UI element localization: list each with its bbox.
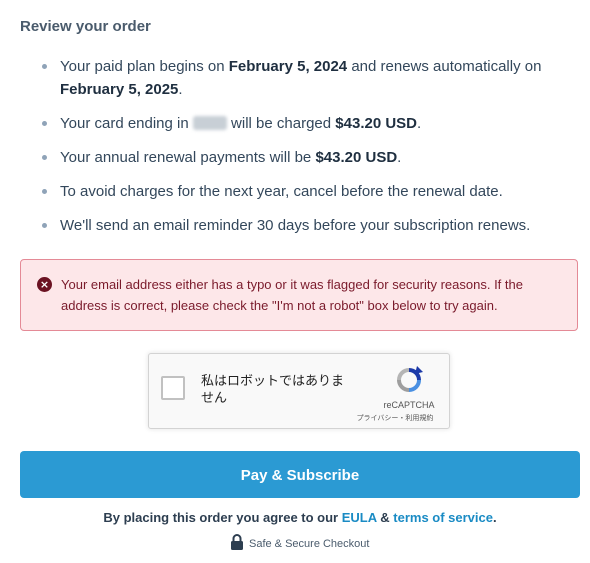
secure-checkout-badge: Safe & Secure Checkout <box>230 534 369 552</box>
card-prefix: Your card ending in <box>60 115 193 132</box>
list-item: We'll send an email reminder 30 days bef… <box>42 214 562 237</box>
list-item: Your card ending in will be charged $43.… <box>42 112 562 135</box>
renewal-prefix: Your annual renewal payments will be <box>60 149 316 166</box>
secure-checkout-text: Safe & Secure Checkout <box>249 538 370 550</box>
agreement-suffix: . <box>493 510 497 525</box>
plan-suffix: . <box>178 81 183 98</box>
plan-start-date: February 5, 2024 <box>228 58 348 75</box>
error-x-icon: × <box>37 277 52 292</box>
recaptcha-widget: 私はロボットではありません reCAPTCHA プライバシー・利用規約 <box>148 353 450 429</box>
recaptcha-privacy-terms-link[interactable]: プライバシー・利用規約 <box>345 413 445 423</box>
agreement-text: By placing this order you agree to our E… <box>0 510 590 525</box>
review-title: Review your order <box>20 18 151 35</box>
pay-subscribe-button[interactable]: Pay & Subscribe <box>20 451 580 498</box>
list-item: Your annual renewal payments will be $43… <box>42 146 562 169</box>
plan-start-prefix: Your paid plan begins on <box>60 58 229 75</box>
recaptcha-checkbox[interactable] <box>161 376 185 400</box>
recaptcha-label: 私はロボットではありません <box>201 374 345 406</box>
recaptcha-brand: reCAPTCHA <box>383 400 435 410</box>
error-alert: × Your email address either has a typo o… <box>20 259 578 331</box>
list-item: Your paid plan begins on February 5, 202… <box>42 55 562 101</box>
terms-of-service-link[interactable]: terms of service <box>393 510 493 525</box>
masked-card-digits <box>192 116 227 130</box>
agreement-prefix: By placing this order you agree to our <box>103 510 342 525</box>
eula-link[interactable]: EULA <box>342 510 377 525</box>
error-alert-text: Your email address either has a typo or … <box>61 277 523 313</box>
plan-renew-date: February 5, 2025 <box>60 81 179 98</box>
renewal-amount: $43.20 USD <box>315 149 398 166</box>
charge-amount: $43.20 USD <box>335 115 418 132</box>
list-item: To avoid charges for the next year, canc… <box>42 180 562 203</box>
recaptcha-logo-icon <box>397 366 423 392</box>
lock-icon <box>231 534 243 550</box>
card-middle: will be charged <box>226 115 336 132</box>
plan-renew-middle: and renews automatically on <box>347 58 542 75</box>
card-suffix: . <box>417 115 422 132</box>
agreement-joiner: & <box>376 510 394 525</box>
renewal-suffix: . <box>397 149 402 166</box>
order-summary-list: Your paid plan begins on February 5, 202… <box>42 55 562 237</box>
